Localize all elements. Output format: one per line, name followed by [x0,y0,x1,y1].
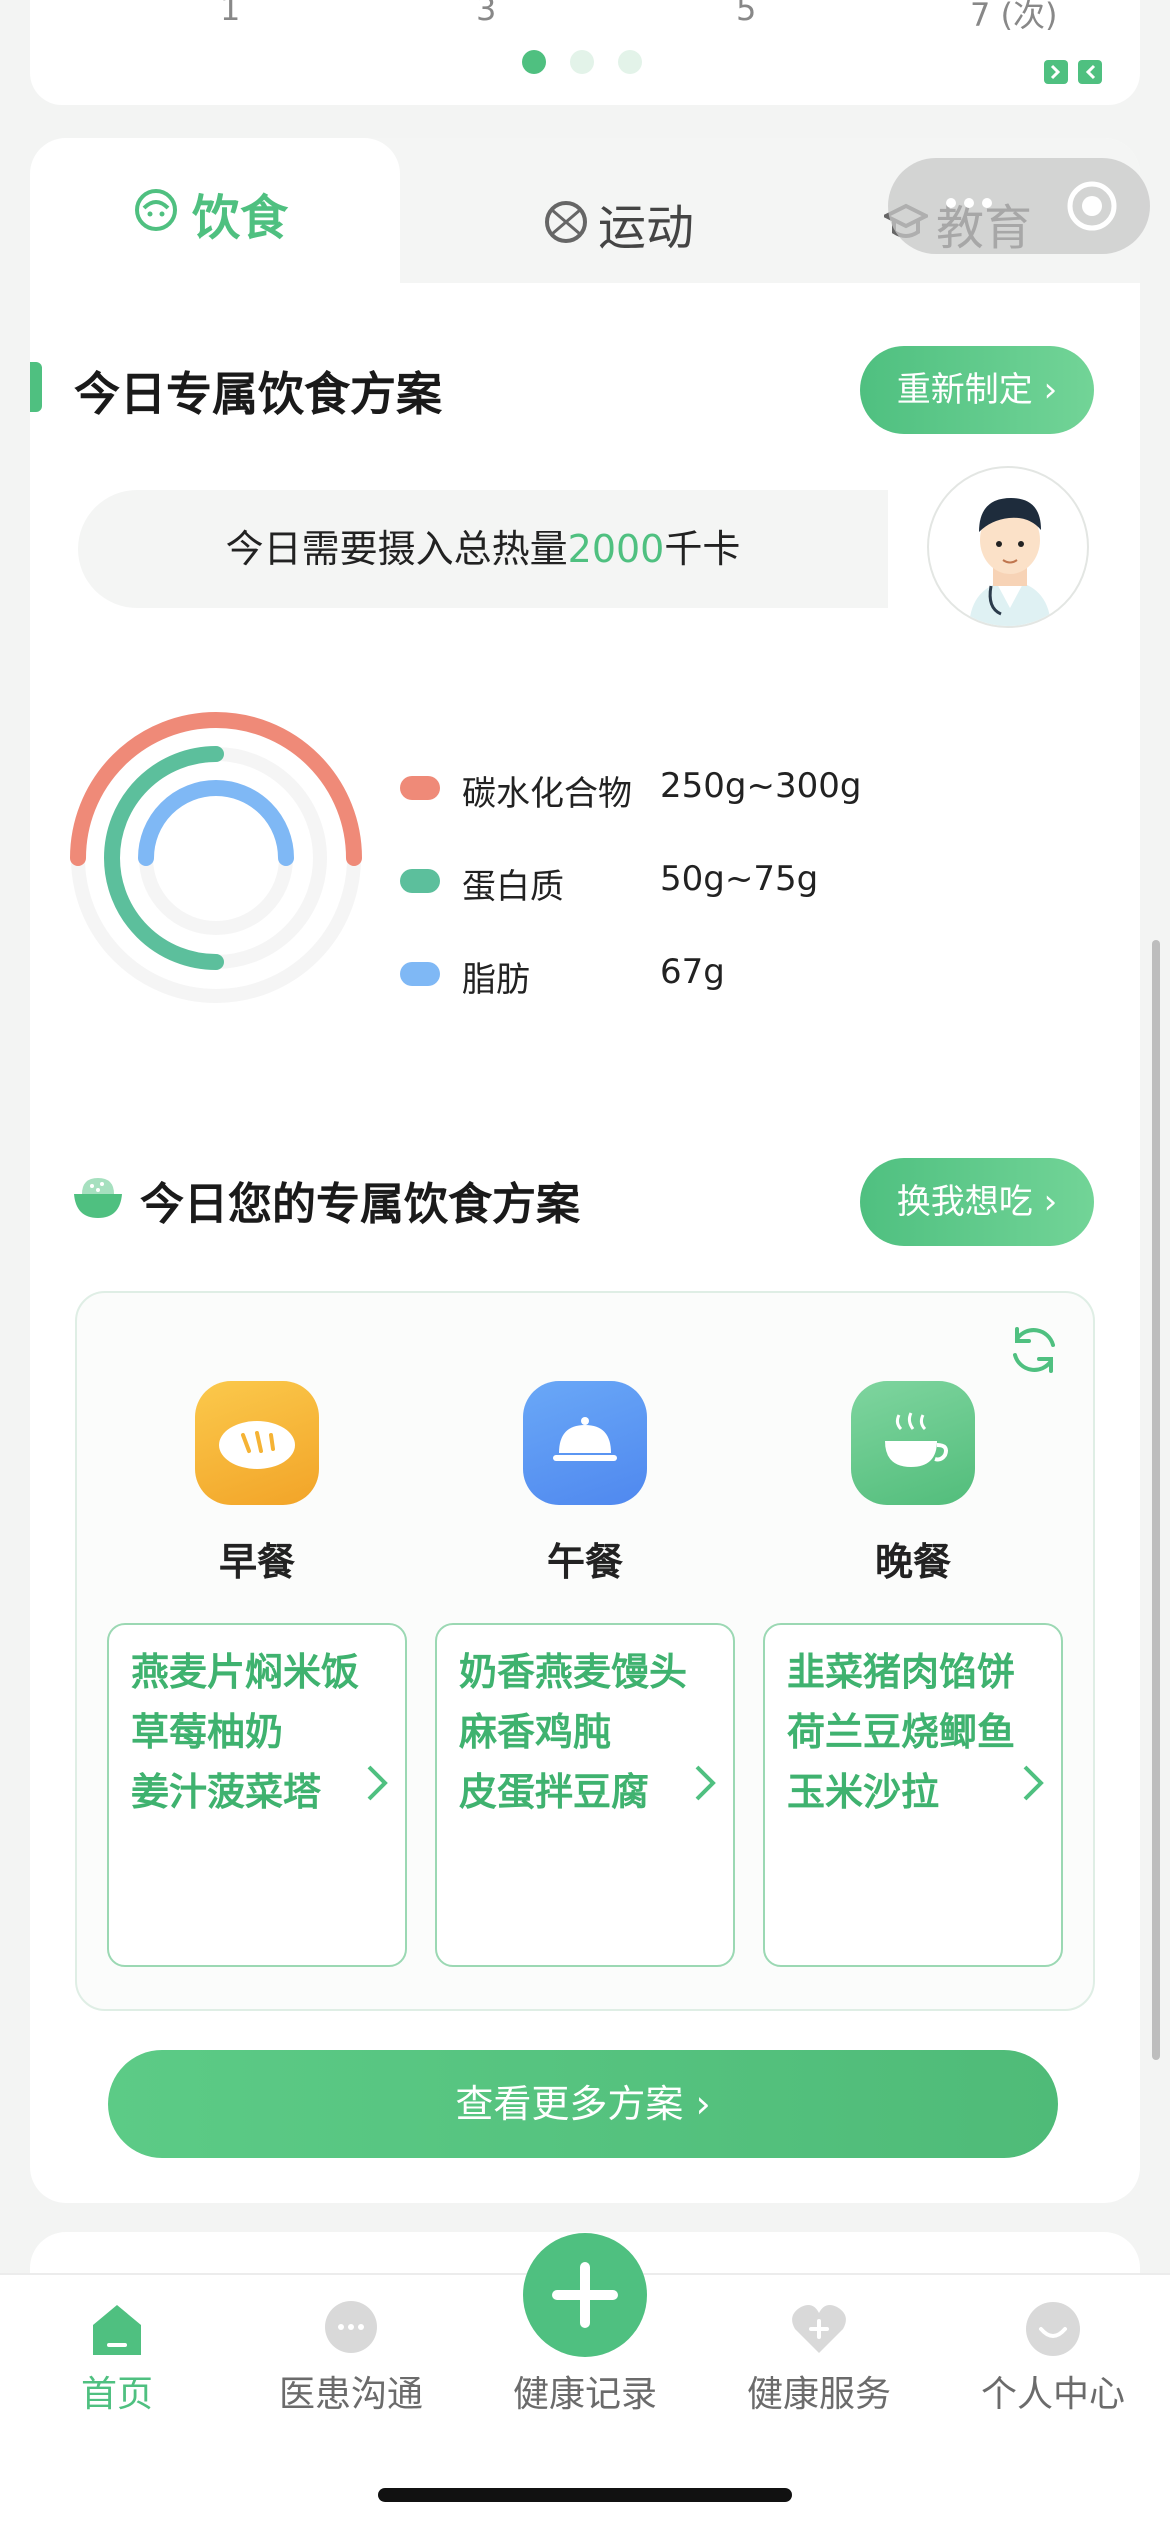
meal-item: 燕麦片焖米饭 [131,1650,360,1694]
nav-label: 医患沟通 [278,2374,423,2415]
home-indicator[interactable] [378,2488,792,2502]
basketball-icon [545,201,587,243]
heart-plus-icon [792,2305,846,2353]
legend-swatch-fat [400,962,440,986]
fat-ring [138,780,294,866]
carousel-dot[interactable] [570,50,594,74]
expand-icon[interactable] [1044,60,1104,86]
chevron-right-icon [695,1765,716,1801]
legend-swatch-carbs [400,776,440,800]
dinner-menu-card[interactable]: 韭菜猪肉馅饼 荷兰豆烧鲫鱼 玉米沙拉 [763,1623,1063,1967]
scale-label: 3 [476,0,497,28]
home-icon [93,2305,141,2355]
meal-item: 玉米沙拉 [787,1770,940,1814]
nutrient-value: 67g [660,952,725,992]
nav-profile[interactable]: 个人中心 [936,2275,1170,2465]
meal-item: 皮蛋拌豆腐 [459,1770,650,1814]
refresh-icon[interactable] [1007,1323,1061,1377]
chevron-right-icon [367,1765,388,1801]
section-title: 今日您的专属饮食方案 [140,1179,580,1230]
nav-label: 健康服务 [746,2374,891,2415]
meal-plan-box: 早餐 燕麦片焖米饭 草莓柚奶 姜汁菠菜塔 午餐 奶香燕麦馒头 麻香鸡肫 皮蛋拌豆… [75,1291,1095,2011]
swap-meal-button[interactable]: 换我想吃 › [860,1158,1094,1246]
tab-diet[interactable]: 饮食 [30,138,400,283]
nav-label: 首页 [80,2374,153,2415]
nav-label: 个人中心 [980,2374,1125,2415]
breakfast-menu-card[interactable]: 燕麦片焖米饭 草莓柚奶 姜汁菠菜塔 [107,1623,407,1967]
nutrient-ring-chart [70,712,362,1003]
chevron-right-icon [1023,1765,1044,1801]
meal-item: 荷兰豆烧鲫鱼 [787,1710,1016,1754]
scale-label: 5 [736,0,757,28]
scrollbar[interactable] [1152,940,1160,2060]
view-more-plans-button[interactable]: 查看更多方案 › [108,2050,1058,2158]
tab-exercise[interactable]: 运动 [400,138,770,283]
nutrient-name: 蛋白质 [462,867,564,907]
meal-item: 草莓柚奶 [131,1710,284,1754]
tab-label: 饮食 [192,190,289,246]
lunch-menu-card[interactable]: 奶香燕麦馒头 麻香鸡肫 皮蛋拌豆腐 [435,1623,735,1967]
scale-label: 1 [220,0,241,28]
reset-plan-button[interactable]: 重新制定 › [860,346,1094,434]
nutrient-name: 碳水化合物 [462,774,632,814]
calorie-summary: 今日需要摄入总热量2000千卡 [78,490,888,608]
meal-item: 麻香鸡肫 [459,1710,612,1754]
more-dot-icon [964,198,974,208]
mini-program-capsule[interactable] [888,158,1150,254]
chat-icon [325,2301,377,2353]
bread-icon [195,1381,319,1505]
close-target-icon[interactable] [1066,180,1118,232]
carousel-dot[interactable] [618,50,642,74]
diet-icon [135,189,177,231]
plus-icon[interactable] [523,2233,647,2357]
nutrient-name: 脂肪 [462,960,530,1000]
more-dot-icon [982,198,992,208]
soup-bowl-icon [851,1381,975,1505]
meal-label: 晚餐 [874,1540,951,1584]
nav-health-service[interactable]: 健康服务 [702,2275,936,2465]
section-title: 今日专属饮食方案 [74,367,442,421]
nav-health-record[interactable]: 健康记录 [468,2233,702,2465]
meal-label: 午餐 [546,1540,623,1584]
tab-label: 运动 [598,200,695,256]
more-dot-icon [946,198,956,208]
calorie-prefix: 今日需要摄入总热量 [225,527,568,571]
nutrient-value: 50g~75g [660,859,819,899]
meal-item: 姜汁菠菜塔 [131,1770,322,1814]
nav-label: 健康记录 [512,2374,657,2415]
meal-item: 韭菜猪肉馅饼 [787,1650,1016,1694]
cloche-icon [523,1381,647,1505]
meal-item: 奶香燕麦馒头 [459,1650,688,1694]
legend-swatch-protein [400,869,440,893]
nutrient-value: 250g~300g [660,766,862,806]
diet-plan-card: 饮食 运动 教育 今日专属饮食方案 重新制定 › 今日需要摄入总热量2000千卡 [30,138,1140,2203]
profile-icon [1026,2302,1080,2356]
nav-chat[interactable]: 医患沟通 [234,2275,468,2465]
chart-card: 1 3 5 7 (次) [30,0,1140,105]
doctor-avatar [927,466,1089,628]
section-accent-bar [30,362,42,412]
meal-label: 早餐 [218,1540,295,1584]
carousel-dot-active[interactable] [522,50,546,74]
calorie-value: 2000 [567,527,665,571]
rice-bowl-icon [74,1178,122,1218]
nav-home[interactable]: 首页 [0,2275,234,2465]
scale-label: 7 (次) [970,0,1058,34]
calorie-unit: 千卡 [664,527,741,571]
